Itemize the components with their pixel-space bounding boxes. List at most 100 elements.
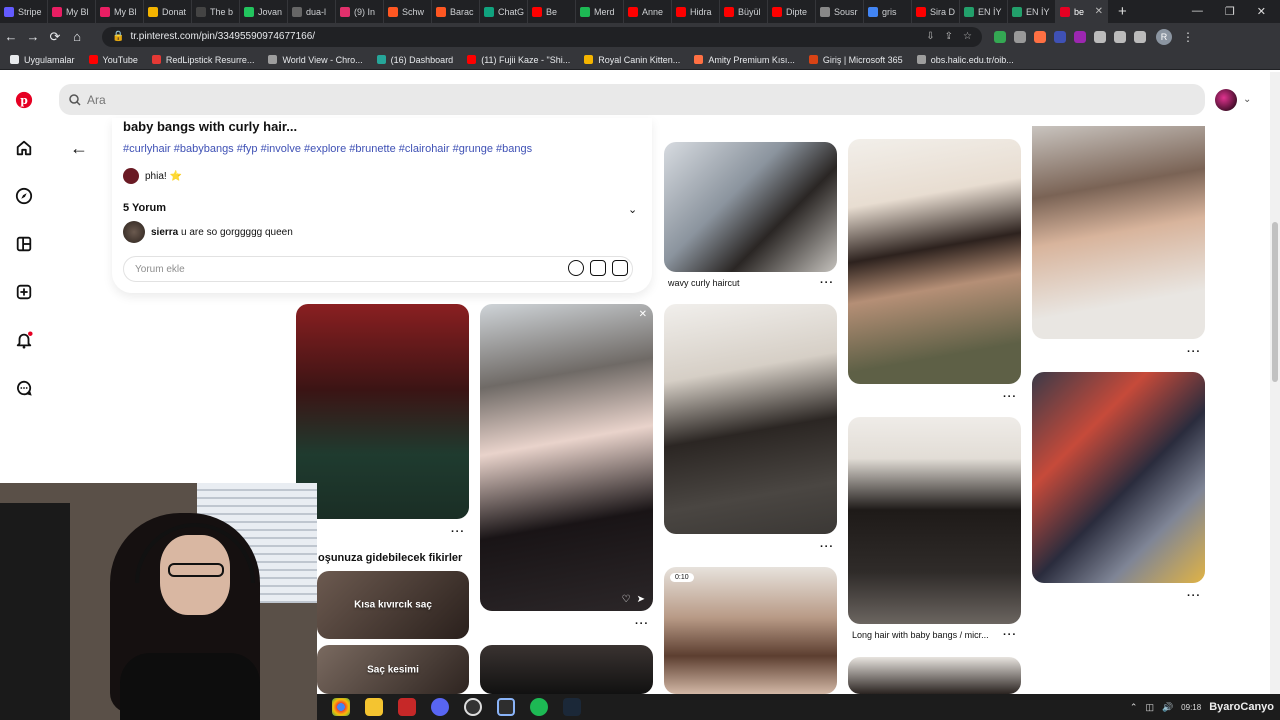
browser-tab[interactable]: be ✕ [1056,0,1108,23]
scrollbar-thumb[interactable] [1272,222,1278,382]
pin-image[interactable] [296,304,469,519]
pin-label-long[interactable]: Long hair with baby bangs / micr... [852,630,989,640]
profile-avatar[interactable]: R [1156,28,1172,45]
bookmark-item[interactable]: (16) Dashboard [376,55,453,65]
more-options-icon[interactable]: ··· [635,618,649,630]
extension-icon[interactable] [1034,30,1046,43]
browser-tab[interactable]: dua-l [288,0,336,23]
bookmark-item[interactable]: Amity Premium Kısı... [694,55,795,65]
browser-tab[interactable]: Jovan [240,0,288,23]
close-tab-icon[interactable]: ✕ [1095,6,1103,17]
pin-image[interactable] [664,142,837,272]
browser-tab[interactable]: The b [192,0,240,23]
browser-tab[interactable]: My Bl [96,0,144,23]
search-bar[interactable]: Ara [59,84,1205,115]
more-options-icon[interactable]: ··· [1187,590,1201,602]
browser-tab[interactable]: Barac [432,0,480,23]
bookmark-item[interactable]: Royal Canin Kitten... [584,55,680,65]
pin-image[interactable] [664,304,837,534]
commenter-avatar[interactable] [123,221,145,243]
comments-header[interactable]: 5 Yorum [123,202,166,214]
steam-taskbar-icon[interactable] [563,698,581,716]
back-arrow-button[interactable]: ← [70,138,88,159]
heart-icon[interactable]: ♡ [622,594,631,605]
create-plus-icon[interactable] [14,282,34,302]
shield-extension-icon[interactable] [994,30,1006,43]
bookmark-item[interactable]: obs.halic.edu.tr/oib... [916,55,1014,65]
sidepanel-icon[interactable] [1134,30,1146,43]
browser-tab[interactable]: ChatG [480,0,528,23]
bookmark-item[interactable]: YouTube [88,55,138,65]
browser-tab[interactable]: EN İY [960,0,1008,23]
obs-taskbar-icon[interactable] [464,698,482,716]
browser-tab[interactable]: gris [864,0,912,23]
forward-arrow-icon[interactable]: → [22,29,44,44]
explore-compass-icon[interactable] [14,186,34,206]
browser-tab[interactable]: Anne [624,0,672,23]
bookmark-item[interactable]: RedLipstick Resurre... [151,55,254,65]
more-options-icon[interactable]: ··· [1003,629,1017,641]
close-icon[interactable]: ✕ [639,309,647,320]
more-options-icon[interactable]: ··· [820,541,834,553]
discord-taskbar-icon[interactable] [431,698,449,716]
pinterest-logo-icon[interactable]: p [14,90,34,110]
new-tab-button[interactable]: + [1108,3,1137,20]
page-scrollbar[interactable] [1270,72,1280,694]
extension-icon[interactable] [1074,30,1086,43]
pin-video[interactable]: 0:10 [664,567,837,694]
spotify-taskbar-icon[interactable] [530,698,548,716]
bookmark-item[interactable]: (11) Fujii Kaze - "Shi... [467,55,570,65]
app-taskbar-icon[interactable] [497,698,515,716]
commenter-name[interactable]: sierra [151,227,178,238]
pin-label-wavy[interactable]: wavy curly haircut [668,278,740,288]
bookmark-item[interactable]: Uygulamalar [10,55,75,65]
menu-kebab-icon[interactable]: ⋮ [1182,30,1194,44]
back-arrow-icon[interactable]: ← [0,29,22,44]
author-avatar[interactable] [123,168,139,184]
emoji-icon[interactable] [568,260,584,276]
browser-tab[interactable]: Dipte [768,0,816,23]
bookmark-star-icon[interactable]: ☆ [963,31,972,42]
chrome-taskbar-icon[interactable] [332,698,350,716]
author-name[interactable]: phia! ⭐ [145,171,182,182]
pin-image[interactable] [480,645,653,694]
user-avatar[interactable] [1215,89,1237,111]
browser-tab[interactable]: EN İY [1008,0,1056,23]
pin-image[interactable] [848,139,1021,384]
minimize-icon[interactable]: — [1192,5,1203,18]
bookmark-item[interactable]: Giriş | Microsoft 365 [808,55,903,65]
browser-tab[interactable]: Merd [576,0,624,23]
home-icon[interactable]: ⌂ [66,29,88,44]
browser-tab[interactable]: (9) In [336,0,384,23]
app-taskbar-icon[interactable] [398,698,416,716]
chevron-up-icon[interactable]: ⌃ [1130,702,1138,713]
chevron-down-icon[interactable]: ⌄ [628,203,637,216]
image-icon[interactable] [612,260,628,276]
add-comment-input[interactable]: Yorum ekle [123,256,633,282]
home-icon[interactable] [14,138,34,158]
browser-tab[interactable]: Stripe [0,0,48,23]
messages-icon[interactable] [14,378,34,398]
more-options-icon[interactable]: ··· [820,277,834,289]
notifications-bell-icon[interactable] [14,330,34,350]
browser-tab[interactable]: Büyül [720,0,768,23]
install-icon[interactable]: ⇩ [926,31,934,42]
bookmark-item[interactable]: World View - Chro... [268,55,363,65]
browser-tab[interactable]: Sira D [912,0,960,23]
more-options-icon[interactable]: ··· [1003,391,1017,403]
pin-image[interactable] [1032,126,1205,339]
share-icon[interactable]: ⇪ [945,31,953,42]
browser-tab[interactable]: Sousr [816,0,864,23]
extension-icon[interactable] [1054,30,1066,43]
media-icon[interactable] [1114,30,1126,43]
explorer-taskbar-icon[interactable] [365,698,383,716]
send-icon[interactable]: ➤ [637,594,645,605]
more-options-icon[interactable]: ··· [451,526,465,538]
browser-tab[interactable]: Donat [144,0,192,23]
browser-tab[interactable]: Hidra [672,0,720,23]
pin-video[interactable]: ✕ ♡ ➤ [480,304,653,611]
boards-icon[interactable] [14,234,34,254]
chevron-down-icon[interactable]: ⌄ [1243,94,1251,105]
pin-hashtags[interactable]: #curlyhair #babybangs #fyp #involve #exp… [123,143,532,155]
browser-tab[interactable]: Be [528,0,576,23]
